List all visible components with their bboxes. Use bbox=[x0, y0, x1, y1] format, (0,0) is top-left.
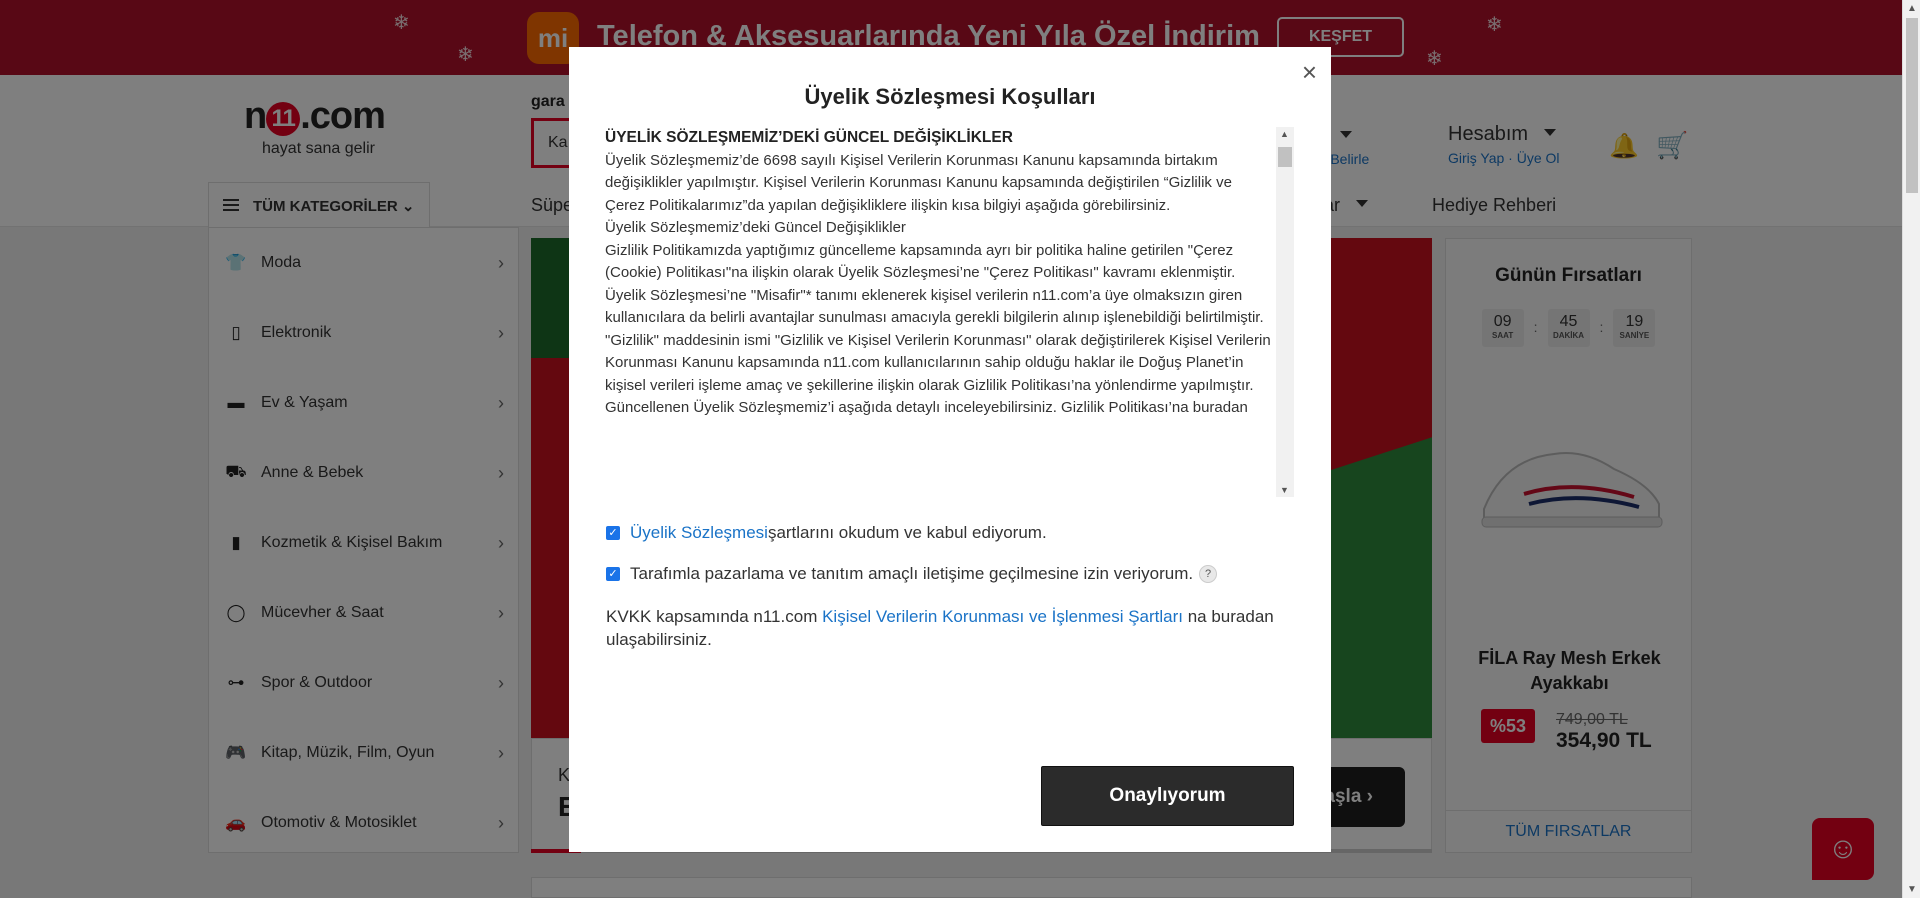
close-icon[interactable]: × bbox=[1302, 59, 1317, 85]
marketing-consent-row[interactable]: ✓ Tarafımla pazarlama ve tanıtım amaçlı … bbox=[606, 564, 1218, 584]
terms-scroll-area[interactable]: ÜYELİK SÖZLEŞMEMİZ’DEKİ GÜNCEL DEĞİŞİKLİ… bbox=[605, 127, 1294, 497]
approve-button[interactable]: Onaylıyorum bbox=[1041, 766, 1294, 826]
terms-checkbox[interactable]: ✓ bbox=[606, 526, 620, 540]
terms-paragraph: Güncellenen Üyelik Sözleşmemiz’i aşağıda… bbox=[605, 399, 1248, 416]
terms-paragraph: Gizlilik Politikamızda yaptığımız güncel… bbox=[605, 241, 1236, 282]
terms-paragraph: Üyelik Sözleşmesi’ne "Misafir"* tanımı e… bbox=[605, 286, 1264, 327]
modal-title: Üyelik Sözleşmesi Koşulları bbox=[804, 84, 1096, 109]
terms-paragraph: Üyelik Sözleşmemiz’de 6698 sayılı Kişise… bbox=[605, 151, 1232, 214]
page-scrollbar[interactable]: ▲ ▼ bbox=[1902, 0, 1920, 898]
membership-terms-modal: × Üyelik Sözleşmesi Koşulları ÜYELİK SÖZ… bbox=[569, 47, 1331, 852]
membership-agreement-link[interactable]: Üyelik Sözleşmesi bbox=[630, 523, 768, 543]
terms-paragraph: "Gizlilik" maddesinin ismi "Gizlilik ve … bbox=[605, 331, 1271, 394]
terms-consent-row[interactable]: ✓ Üyelik Sözleşmesi şartlarını okudum ve… bbox=[606, 523, 1047, 543]
terms-paragraph: Üyelik Sözleşmemiz’deki Güncel Değişikli… bbox=[605, 219, 906, 236]
marketing-checkbox[interactable]: ✓ bbox=[606, 567, 620, 581]
terms-scrollbar[interactable]: ▲ ▼ bbox=[1276, 127, 1294, 497]
kvkk-notice: KVKK kapsamında n11.com Kişisel Verileri… bbox=[606, 607, 1274, 649]
help-icon[interactable]: ? bbox=[1199, 565, 1218, 583]
kvkk-link[interactable]: Kişisel Verilerin Korunması ve İşlenmesi… bbox=[822, 607, 1183, 626]
terms-heading: ÜYELİK SÖZLEŞMEMİZ’DEKİ GÜNCEL DEĞİŞİKLİ… bbox=[605, 129, 1013, 146]
